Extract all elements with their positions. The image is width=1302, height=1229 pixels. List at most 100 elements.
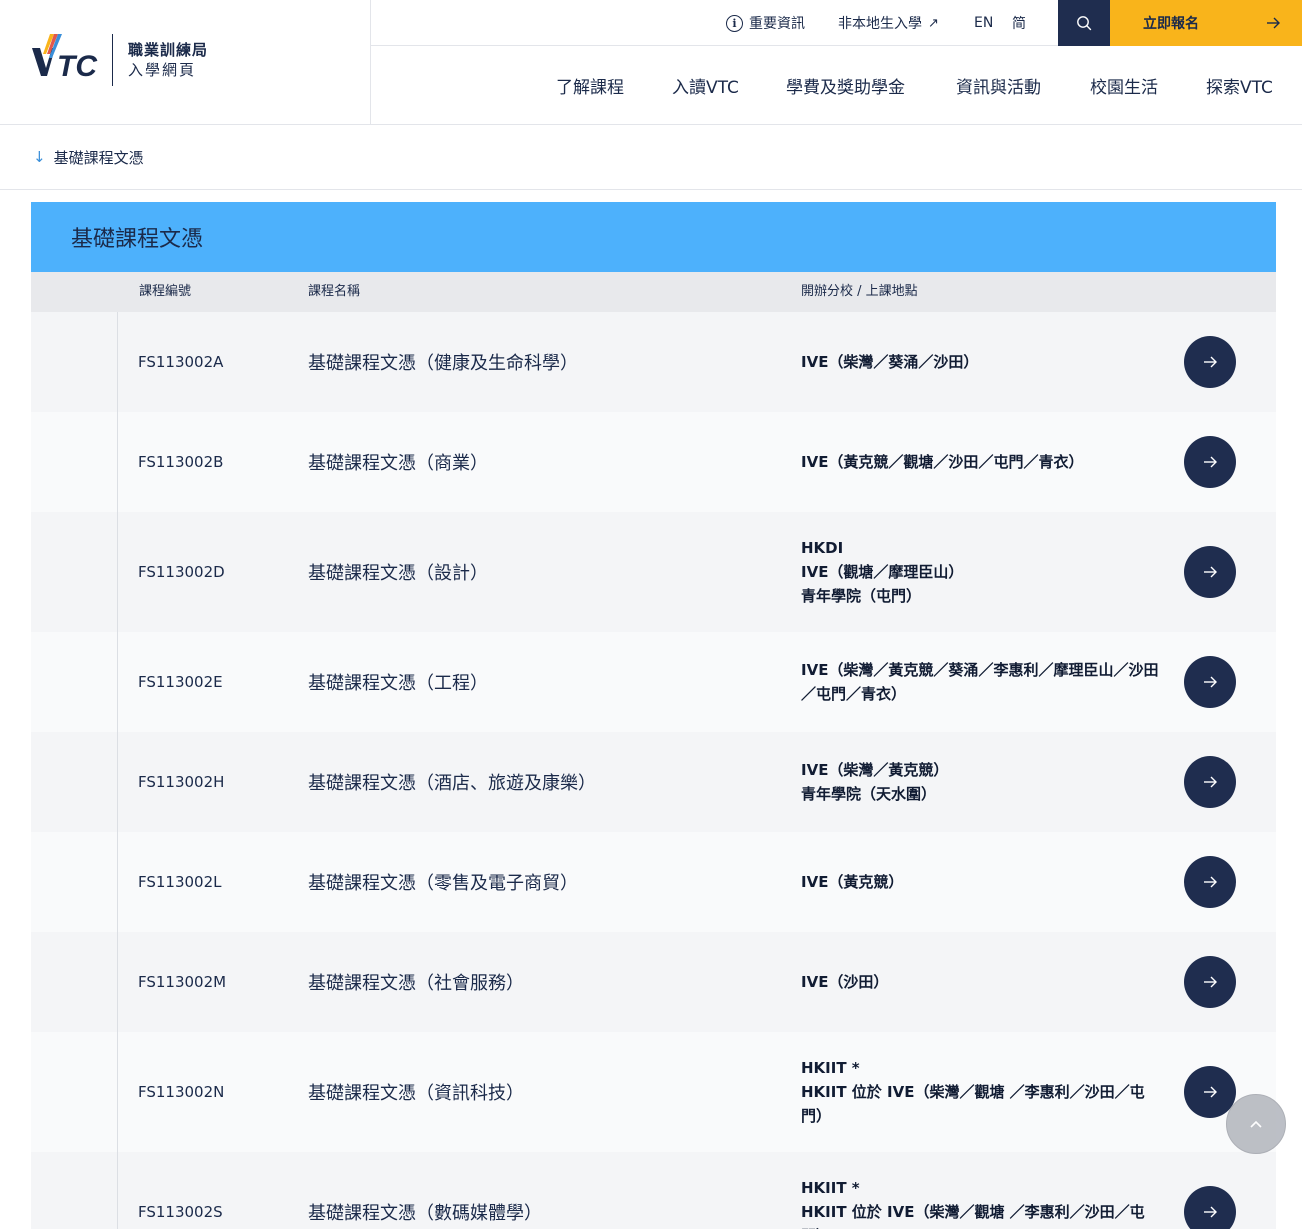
row-divider: [117, 732, 118, 832]
course-detail-button[interactable]: [1184, 336, 1236, 388]
course-campus: IVE（黃克競／觀塘／沙田／屯門／青衣）: [801, 450, 1163, 474]
external-link-icon: ↗: [928, 15, 939, 31]
course-code: FS113002L: [138, 873, 222, 891]
course-name-link[interactable]: 基礎課程文憑（健康及生命科學）: [308, 349, 578, 375]
logo-divider: [112, 34, 113, 86]
course-code: FS113002A: [138, 353, 224, 371]
course-code: FS113002E: [138, 673, 223, 691]
course-campus: IVE（沙田）: [801, 970, 1163, 994]
campus-line: IVE（黃克競）: [801, 873, 904, 891]
nav-item-courses[interactable]: 了解課程: [556, 46, 624, 124]
course-detail-button[interactable]: [1184, 656, 1236, 708]
course-detail-button[interactable]: [1184, 1186, 1236, 1229]
header-campus: 開辦分校 / 上課地點: [801, 284, 918, 299]
campus-line: IVE（沙田）: [801, 973, 889, 991]
course-campus: IVE（柴灣／黃克競） 青年學院（天水圍）: [801, 758, 1163, 806]
nav-item-fees[interactable]: 學費及獎助學金: [786, 46, 905, 124]
arrow-right-icon: [1204, 776, 1217, 788]
course-campus: HKDI IVE（觀塘／摩理臣山） 青年學院（屯門）: [801, 536, 1163, 608]
apply-now-button[interactable]: 立即報名: [1110, 0, 1302, 46]
anchor-link[interactable]: 基礎課程文憑: [54, 147, 144, 168]
course-code: FS113002N: [138, 1083, 225, 1101]
header-code: 課程編號: [139, 284, 192, 299]
table-row[interactable]: FS113002S 基礎課程文憑（數碼媒體學） HKIIT * HKIIT 位於 IV…: [31, 1152, 1276, 1229]
search-button[interactable]: [1058, 0, 1110, 46]
nav-item-campus-life[interactable]: 校園生活: [1090, 46, 1158, 124]
course-campus: IVE（柴灣／葵涌／沙田）: [801, 350, 1163, 374]
row-divider: [117, 412, 118, 512]
campus-line: IVE（柴灣／葵涌／沙田）: [801, 353, 979, 371]
row-divider: [117, 632, 118, 732]
svg-text:TC: TC: [57, 50, 98, 80]
lang-en-link[interactable]: EN: [974, 0, 993, 46]
arrow-right-icon: [1204, 1086, 1217, 1098]
table-row[interactable]: FS113002L 基礎課程文憑（零售及電子商貿） IVE（黃克競）: [31, 832, 1276, 932]
campus-line: HKIIT 位於 IVE（柴灣／觀塘 ／李惠利／沙田／屯門）: [801, 1083, 1145, 1125]
back-to-top-button[interactable]: [1226, 1094, 1286, 1154]
arrow-right-icon: [1204, 876, 1217, 888]
table-row[interactable]: FS113002A 基礎課程文憑（健康及生命科學） IVE（柴灣／葵涌／沙田）: [31, 312, 1276, 412]
course-campus: HKIIT * HKIIT 位於 IVE（柴灣／觀塘 ／李惠利／沙田／屯門）: [801, 1056, 1163, 1128]
campus-line: 青年學院（屯門）: [801, 587, 922, 605]
apply-now-label: 立即報名: [1143, 16, 1199, 32]
course-name-link[interactable]: 基礎課程文憑（零售及電子商貿）: [308, 869, 578, 895]
course-name-link[interactable]: 基礎課程文憑（商業）: [308, 449, 488, 475]
logo-line2: 入學網頁: [128, 61, 197, 79]
utility-bar: i 重要資訊 非本地生入學 ↗ EN 简 立即報名: [371, 0, 1302, 46]
course-name-link[interactable]: 基礎課程文憑（資訊科技）: [308, 1079, 524, 1105]
anchor-bar: ↓ 基礎課程文憑: [0, 125, 1302, 190]
arrow-right-icon: [1267, 17, 1280, 29]
course-code: FS113002S: [138, 1203, 223, 1221]
header-name: 課程名稱: [308, 284, 361, 299]
table-row[interactable]: FS113002H 基礎課程文憑（酒店、旅遊及康樂） IVE（柴灣／黃克競） 青年學院…: [31, 732, 1276, 832]
campus-line: HKIIT *: [801, 1179, 860, 1197]
course-name-link[interactable]: 基礎課程文憑（社會服務）: [308, 969, 524, 995]
course-detail-button[interactable]: [1184, 546, 1236, 598]
course-name-link[interactable]: 基礎課程文憑（工程）: [308, 669, 488, 695]
course-name-link[interactable]: 基礎課程文憑（酒店、旅遊及康樂）: [308, 769, 596, 795]
logo[interactable]: TC 職業訓練局 入學網頁: [0, 0, 371, 124]
course-detail-button[interactable]: [1184, 956, 1236, 1008]
campus-line: 青年學院（天水圍）: [801, 785, 937, 803]
important-info-link[interactable]: i 重要資訊: [726, 0, 805, 46]
lang-sc-link[interactable]: 简: [1012, 0, 1026, 46]
table-header: 課程編號 課程名稱 開辦分校 / 上課地點: [31, 272, 1276, 312]
campus-line: HKIIT *: [801, 1059, 860, 1077]
course-campus: IVE（柴灣／黃克競／葵涌／李惠利／摩理臣山／沙田／屯門／青衣）: [801, 658, 1163, 706]
nav-item-news[interactable]: 資訊與活動: [956, 46, 1041, 124]
course-detail-button[interactable]: [1184, 856, 1236, 908]
course-code: FS113002M: [138, 973, 227, 991]
table-row[interactable]: FS113002D 基礎課程文憑（設計） HKDI IVE（觀塘／摩理臣山） 青年學院（…: [31, 512, 1276, 632]
important-info-label: 重要資訊: [749, 16, 805, 32]
non-local-label: 非本地生入學: [838, 16, 922, 32]
table-row[interactable]: FS113002M 基礎課程文憑（社會服務） IVE（沙田）: [31, 932, 1276, 1032]
nav-item-explore[interactable]: 探索VTC: [1206, 46, 1273, 124]
campus-line: HKIIT 位於 IVE（柴灣／觀塘 ／李惠利／沙田／屯門）: [801, 1203, 1145, 1229]
campus-line: IVE（觀塘／摩理臣山）: [801, 563, 964, 581]
course-table: FS113002A 基礎課程文憑（健康及生命科學） IVE（柴灣／葵涌／沙田） FS1…: [31, 312, 1276, 1229]
non-local-admission-link[interactable]: 非本地生入學 ↗: [838, 0, 939, 46]
arrow-right-icon: [1204, 456, 1217, 468]
search-icon: [1077, 16, 1092, 31]
table-row[interactable]: FS113002E 基礎課程文憑（工程） IVE（柴灣／黃克競／葵涌／李惠利／摩理臣…: [31, 632, 1276, 732]
course-campus: HKIIT * HKIIT 位於 IVE（柴灣／觀塘 ／李惠利／沙田／屯門）: [801, 1176, 1163, 1229]
vtc-logo-icon: TC: [32, 34, 98, 80]
chevron-up-icon: [1250, 1120, 1262, 1128]
nav-item-admission[interactable]: 入讀VTC: [672, 46, 739, 124]
course-name-link[interactable]: 基礎課程文憑（數碼媒體學）: [308, 1199, 542, 1225]
row-divider: [117, 312, 118, 412]
table-row[interactable]: FS113002N 基礎課程文憑（資訊科技） HKIIT * HKIIT 位於 IVE…: [31, 1032, 1276, 1152]
course-detail-button[interactable]: [1184, 436, 1236, 488]
campus-line: IVE（柴灣／黃克競／葵涌／李惠利／摩理臣山／沙田／屯門／青衣）: [801, 661, 1159, 703]
logo-line1: 職業訓練局: [128, 41, 209, 59]
course-code: FS113002B: [138, 453, 224, 471]
course-name-link[interactable]: 基礎課程文憑（設計）: [308, 559, 488, 585]
main-nav: 了解課程 入讀VTC 學費及獎助學金 資訊與活動 校園生活 探索VTC: [371, 46, 1302, 124]
row-divider: [117, 832, 118, 932]
course-detail-button[interactable]: [1184, 756, 1236, 808]
row-divider: [117, 1152, 118, 1229]
site-header: TC 職業訓練局 入學網頁 i 重要資訊 非本地生入學 ↗ EN 简 立即報名: [0, 0, 1302, 125]
arrow-right-icon: [1204, 356, 1217, 368]
table-row[interactable]: FS113002B 基礎課程文憑（商業） IVE（黃克競／觀塘／沙田／屯門／青衣）: [31, 412, 1276, 512]
arrow-right-icon: [1204, 1206, 1217, 1218]
